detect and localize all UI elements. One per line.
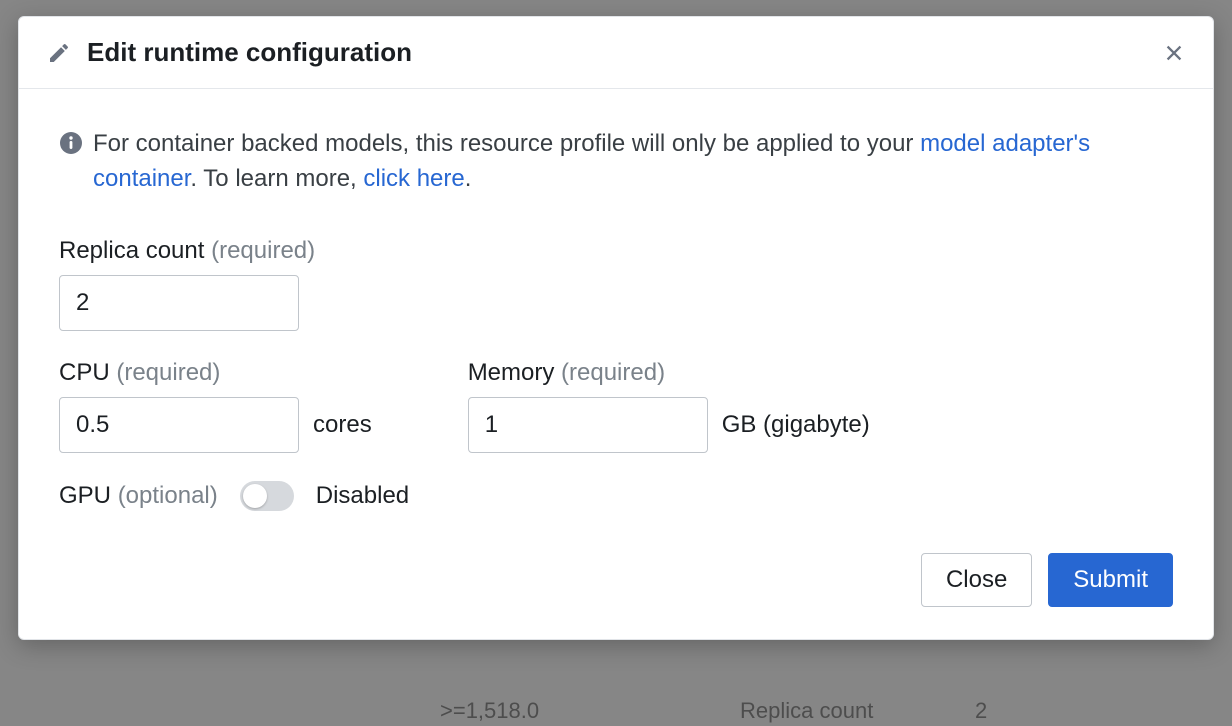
replica-required: (required) bbox=[211, 237, 315, 264]
replica-row: Replica count (required) bbox=[59, 237, 1173, 331]
learn-more-link[interactable]: click here bbox=[363, 165, 464, 192]
replica-input[interactable] bbox=[59, 275, 299, 331]
close-button[interactable]: Close bbox=[921, 553, 1032, 607]
cpu-input[interactable] bbox=[59, 397, 299, 453]
submit-button[interactable]: Submit bbox=[1048, 553, 1173, 607]
gpu-optional: (optional) bbox=[118, 482, 218, 509]
backdrop-version: >=1,518.0 bbox=[440, 698, 539, 724]
memory-label-text: Memory bbox=[468, 359, 555, 386]
replica-label: Replica count (required) bbox=[59, 237, 315, 265]
cpu-label: CPU (required) bbox=[59, 359, 372, 387]
modal-header: Edit runtime configuration bbox=[19, 17, 1213, 89]
replica-group: Replica count (required) bbox=[59, 237, 315, 331]
info-middle: . To learn more, bbox=[190, 165, 363, 192]
gpu-status: Disabled bbox=[316, 482, 409, 510]
gpu-toggle[interactable] bbox=[240, 481, 294, 511]
gpu-label-text: GPU bbox=[59, 482, 111, 509]
cpu-group: CPU (required) cores bbox=[59, 359, 372, 453]
info-prefix: For container backed models, this resour… bbox=[93, 130, 920, 157]
cpu-memory-row: CPU (required) cores Memory (required) G… bbox=[59, 359, 1173, 453]
edit-icon bbox=[47, 41, 71, 65]
modal-footer: Close Submit bbox=[19, 553, 1213, 639]
info-callout: For container backed models, this resour… bbox=[59, 127, 1173, 197]
edit-runtime-config-modal: Edit runtime configuration For container… bbox=[18, 16, 1214, 640]
replica-label-text: Replica count bbox=[59, 237, 204, 264]
memory-unit: GB (gigabyte) bbox=[722, 411, 870, 439]
info-icon bbox=[59, 131, 83, 155]
backdrop-replica-label: Replica count bbox=[740, 698, 873, 724]
close-icon[interactable] bbox=[1163, 42, 1185, 64]
modal-body: For container backed models, this resour… bbox=[19, 89, 1213, 553]
cpu-unit: cores bbox=[313, 411, 372, 439]
cpu-required: (required) bbox=[116, 359, 220, 386]
gpu-label: GPU (optional) bbox=[59, 482, 218, 510]
backdrop-replica-value: 2 bbox=[975, 698, 987, 724]
memory-required: (required) bbox=[561, 359, 665, 386]
modal-title: Edit runtime configuration bbox=[87, 37, 1163, 68]
info-text: For container backed models, this resour… bbox=[93, 127, 1173, 197]
info-suffix: . bbox=[465, 165, 472, 192]
memory-group: Memory (required) GB (gigabyte) bbox=[468, 359, 870, 453]
memory-input[interactable] bbox=[468, 397, 708, 453]
gpu-toggle-knob bbox=[243, 484, 267, 508]
memory-label: Memory (required) bbox=[468, 359, 870, 387]
cpu-label-text: CPU bbox=[59, 359, 110, 386]
gpu-row: GPU (optional) Disabled bbox=[59, 481, 1173, 511]
